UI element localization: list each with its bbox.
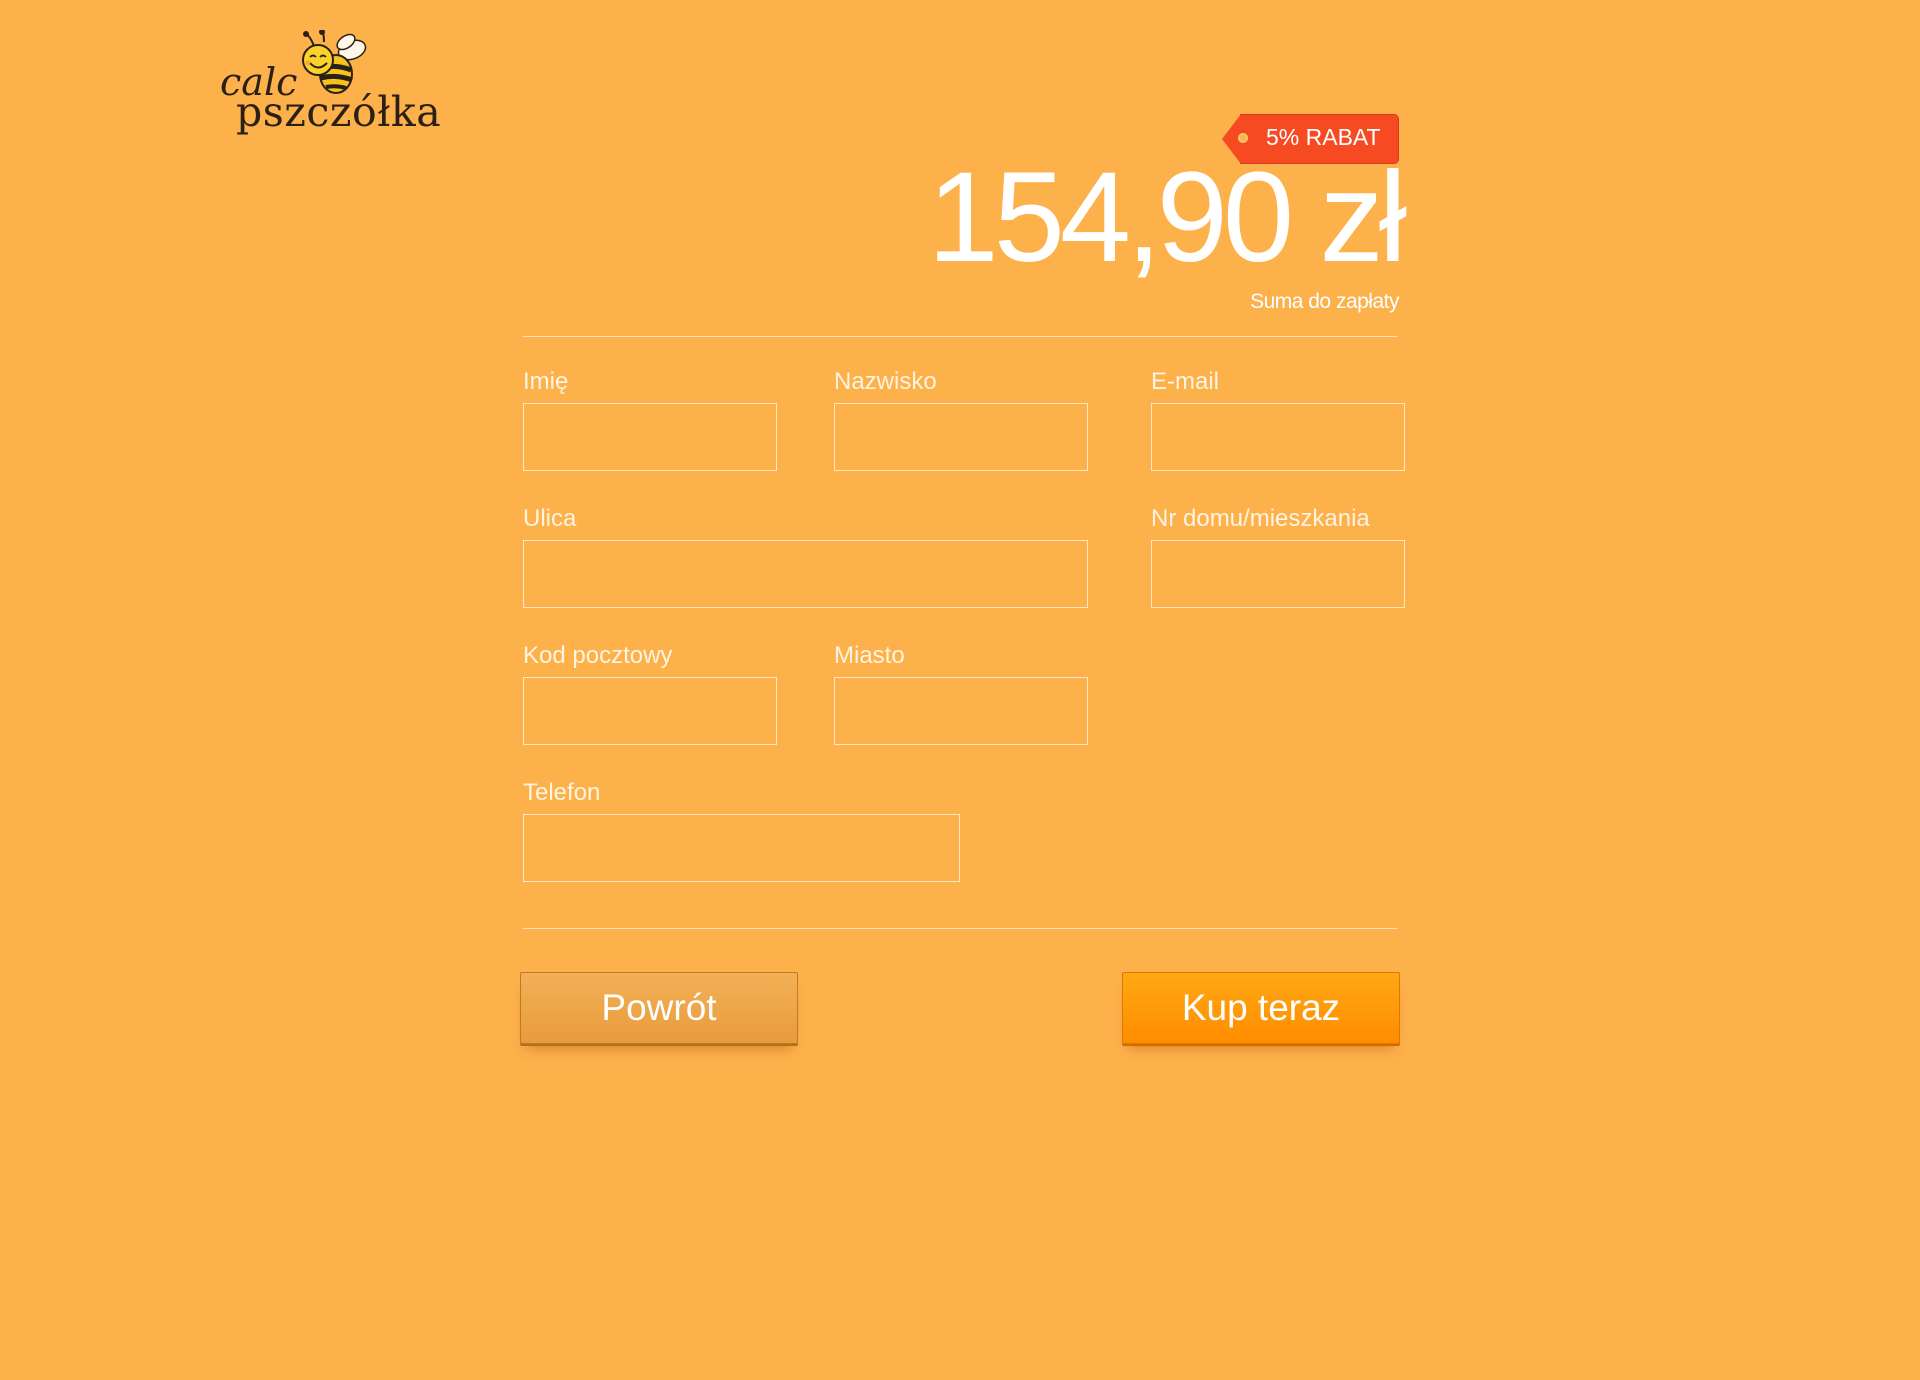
logo[interactable]: calc pszczółka: [218, 30, 442, 140]
tag-hole-icon: [1238, 133, 1248, 143]
back-button[interactable]: Powrót: [520, 972, 798, 1044]
phone-input[interactable]: [523, 814, 960, 882]
logo-text-brand: pszczółka: [236, 88, 442, 136]
buy-now-button[interactable]: Kup teraz: [1122, 972, 1400, 1044]
total-caption: Suma do zapłaty: [1250, 290, 1399, 313]
street-label: Ulica: [523, 505, 577, 532]
last-name-input[interactable]: [834, 403, 1088, 471]
postal-code-input[interactable]: [523, 677, 777, 745]
first-name-label: Imię: [523, 368, 569, 395]
first-name-input[interactable]: [523, 403, 777, 471]
house-number-label: Nr domu/mieszkania: [1151, 505, 1370, 532]
bee-icon: [302, 30, 367, 94]
house-number-input[interactable]: [1151, 540, 1405, 608]
city-input[interactable]: [834, 677, 1088, 745]
street-input[interactable]: [523, 540, 1088, 608]
last-name-label: Nazwisko: [834, 368, 937, 395]
city-label: Miasto: [834, 642, 905, 669]
phone-label: Telefon: [523, 779, 601, 806]
email-label: E-mail: [1151, 368, 1220, 395]
divider-bottom: [523, 928, 1397, 929]
email-input[interactable]: [1151, 403, 1405, 471]
postal-code-label: Kod pocztowy: [523, 642, 673, 669]
total-price: 154,90 zł: [927, 146, 1407, 289]
divider-top: [523, 336, 1397, 337]
